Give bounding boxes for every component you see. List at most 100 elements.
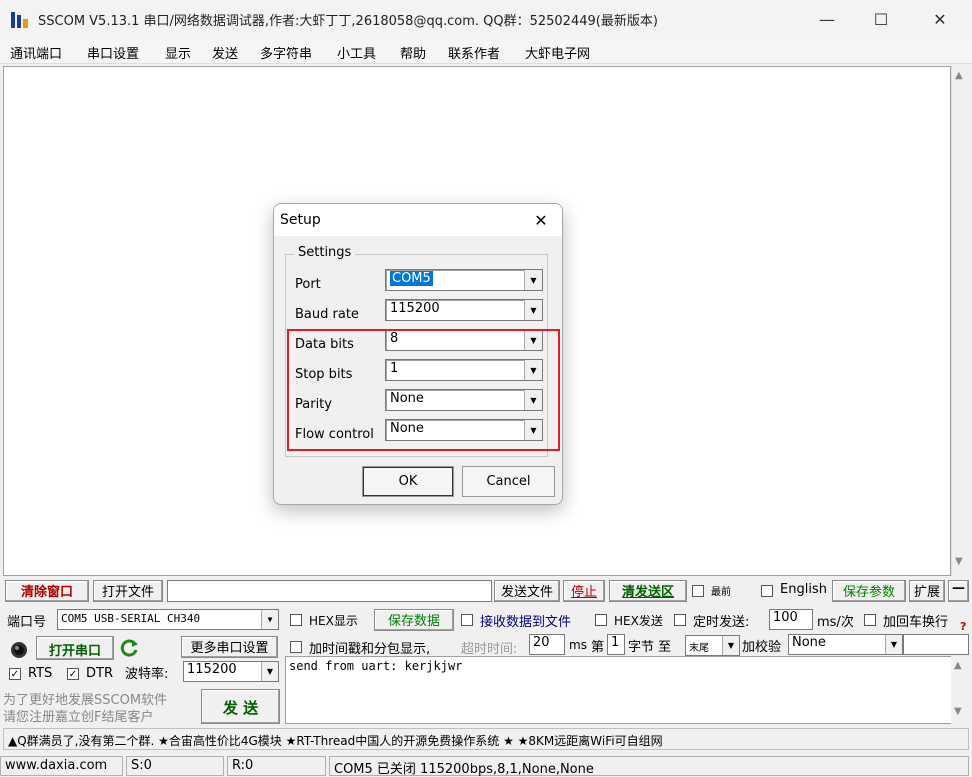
help-icon[interactable]: ? (960, 620, 972, 634)
hex-display-checkbox[interactable] (290, 614, 302, 626)
status-website[interactable]: www.daxia.com (0, 756, 123, 776)
clear-send-button[interactable]: 清发送区 (609, 580, 687, 602)
port-field-label: Port (295, 277, 321, 292)
send-input[interactable]: send from uart: kerjkjwr (285, 656, 952, 724)
send-file-button[interactable]: 发送文件 (494, 580, 560, 602)
dialog-port-select[interactable]: COM5 ▼ (385, 269, 543, 291)
port-status-icon (9, 640, 29, 660)
chevron-down-icon[interactable]: ▼ (524, 270, 542, 290)
ok-button[interactable]: OK (362, 466, 454, 497)
scroll-down-icon[interactable]: ▼ (954, 706, 962, 717)
expand-button[interactable]: 扩展 (909, 580, 945, 602)
recv-to-file-label[interactable]: 接收数据到文件 (480, 611, 571, 630)
hex-display-label: HEX显示 (309, 614, 358, 628)
dialog-close-icon[interactable]: ✕ (526, 208, 556, 232)
baud-select[interactable]: 115200 ▼ (183, 661, 279, 682)
timeout-label: 超时时间: (461, 642, 518, 657)
menu-daxia-site[interactable]: 大虾电子网 (525, 43, 590, 62)
chevron-down-icon[interactable]: ▼ (722, 636, 739, 655)
status-bar: www.daxia.com S:0 R:0 COM5 已关闭 115200bps… (0, 754, 972, 777)
rts-checkbox[interactable]: ✓ (9, 668, 21, 680)
news-ticker: ▲Q群满员了,没有第二个群. ★合宙高性价比4G模块 ★RT-Thread中国人… (3, 728, 969, 750)
save-data-button[interactable]: 保存数据 (374, 609, 454, 631)
open-port-button[interactable]: 打开串口 (36, 636, 114, 660)
minimize-button[interactable]: — (800, 0, 854, 38)
chevron-down-icon[interactable]: ▼ (524, 300, 542, 320)
byte-end-select[interactable]: 末尾 ▼ (685, 635, 740, 656)
status-port-state: COM5 已关闭 115200bps,8,1,None,None (329, 756, 969, 777)
chevron-down-icon[interactable]: ▼ (885, 635, 902, 654)
open-file-button[interactable]: 打开文件 (93, 580, 163, 602)
stop-button[interactable]: 停止 (563, 580, 605, 602)
hex-send-label: HEX发送 (614, 614, 663, 628)
close-button[interactable]: ✕ (913, 0, 967, 38)
receive-scrollbar[interactable]: ▲ ▼ (951, 66, 969, 576)
highlight-box (287, 329, 560, 451)
more-settings-button[interactable]: 更多串口设置 (181, 636, 278, 658)
hex-send-checkbox[interactable] (595, 614, 607, 626)
dialog-baud-rate-select[interactable]: 115200 ▼ (385, 299, 543, 321)
chevron-down-icon[interactable]: ▼ (261, 662, 278, 681)
promo-line-2: 请您注册嘉立创F结尾客户 (3, 710, 154, 725)
timestamp-label: 加时间戳和分包显示, (309, 642, 431, 657)
send-button[interactable]: 发 送 (201, 689, 280, 724)
interval-input[interactable]: 100 (769, 609, 813, 630)
timeout-unit-label: ms (569, 638, 587, 652)
scroll-up-icon[interactable]: ▲ (954, 660, 962, 671)
timed-send-checkbox[interactable] (674, 614, 686, 626)
collapse-button[interactable]: — (948, 580, 969, 602)
dtr-checkbox[interactable]: ✓ (67, 668, 79, 680)
menu-send[interactable]: 发送 (212, 43, 238, 62)
port-label: 端口号 (7, 615, 47, 630)
menu-help[interactable]: 帮助 (400, 43, 426, 62)
maximize-button[interactable]: ☐ (854, 0, 908, 38)
timed-send-label: 定时发送: (693, 615, 750, 630)
file-path-input[interactable] (167, 580, 492, 602)
byte-end-value: 末尾 (689, 643, 709, 654)
checksum-select[interactable]: None ▼ (788, 634, 903, 655)
title-bar: SSCOM V5.13.1 串口/网络数据调试器,作者:大虾丁丁,2618058… (0, 0, 972, 38)
port-select[interactable]: COM5 USB-SERIAL CH340 ▼ (57, 609, 279, 630)
menu-comm-port[interactable]: 通讯端口 (10, 43, 62, 62)
menu-tools[interactable]: 小工具 (337, 43, 376, 62)
add-crlf-label: 加回车换行 (883, 615, 949, 630)
menu-serial-settings[interactable]: 串口设置 (87, 43, 139, 62)
recv-to-file-checkbox[interactable] (461, 614, 473, 626)
cancel-button[interactable]: Cancel (462, 466, 555, 497)
checksum-label: 加校验 (742, 640, 782, 655)
clear-window-button[interactable]: 清除窗口 (5, 580, 89, 602)
dtr-label: DTR (86, 666, 113, 681)
dialog-title: Setup (280, 212, 321, 228)
send-scrollbar[interactable]: ▲ ▼ (951, 656, 969, 724)
baud-select-value: 115200 (187, 662, 237, 677)
english-checkbox[interactable] (761, 585, 773, 597)
scroll-down-icon[interactable]: ▼ (955, 556, 963, 567)
byte-index-input[interactable]: 1 (607, 634, 625, 655)
checksum-value: None (792, 635, 826, 650)
menu-contact-author[interactable]: 联系作者 (448, 43, 500, 62)
timestamp-checkbox[interactable] (290, 641, 302, 653)
refresh-icon[interactable] (120, 638, 140, 658)
status-send-count: S:0 (126, 756, 224, 776)
menu-multi-string[interactable]: 多字符串 (260, 43, 312, 62)
dialog-title-bar: Setup ✕ (274, 204, 562, 236)
topmost-checkbox[interactable] (692, 585, 704, 597)
topmost-label: 最前 (711, 587, 731, 598)
baud-label: 波特率: (125, 667, 169, 682)
checksum-output (903, 634, 969, 655)
window-title: SSCOM V5.13.1 串口/网络数据调试器,作者:大虾丁丁,2618058… (38, 14, 658, 29)
dialog-baud-rate-value: 115200 (390, 301, 440, 316)
save-params-button[interactable]: 保存参数 (832, 580, 906, 602)
add-crlf-checkbox[interactable] (864, 614, 876, 626)
timeout-input[interactable]: 20 (529, 634, 565, 655)
scroll-up-icon[interactable]: ▲ (955, 70, 963, 81)
dialog-port-value: COM5 (390, 271, 433, 286)
app-icon (10, 10, 30, 30)
setup-dialog: Setup ✕ Settings Port COM5 ▼ Baud rate 1… (273, 203, 563, 505)
byte-label-to: 字节 至 (628, 640, 672, 655)
settings-group-label: Settings (294, 245, 356, 260)
menu-display[interactable]: 显示 (165, 43, 191, 62)
status-recv-count: R:0 (227, 756, 326, 776)
chevron-down-icon[interactable]: ▼ (261, 610, 278, 629)
byte-label-start: 第 (591, 640, 605, 655)
